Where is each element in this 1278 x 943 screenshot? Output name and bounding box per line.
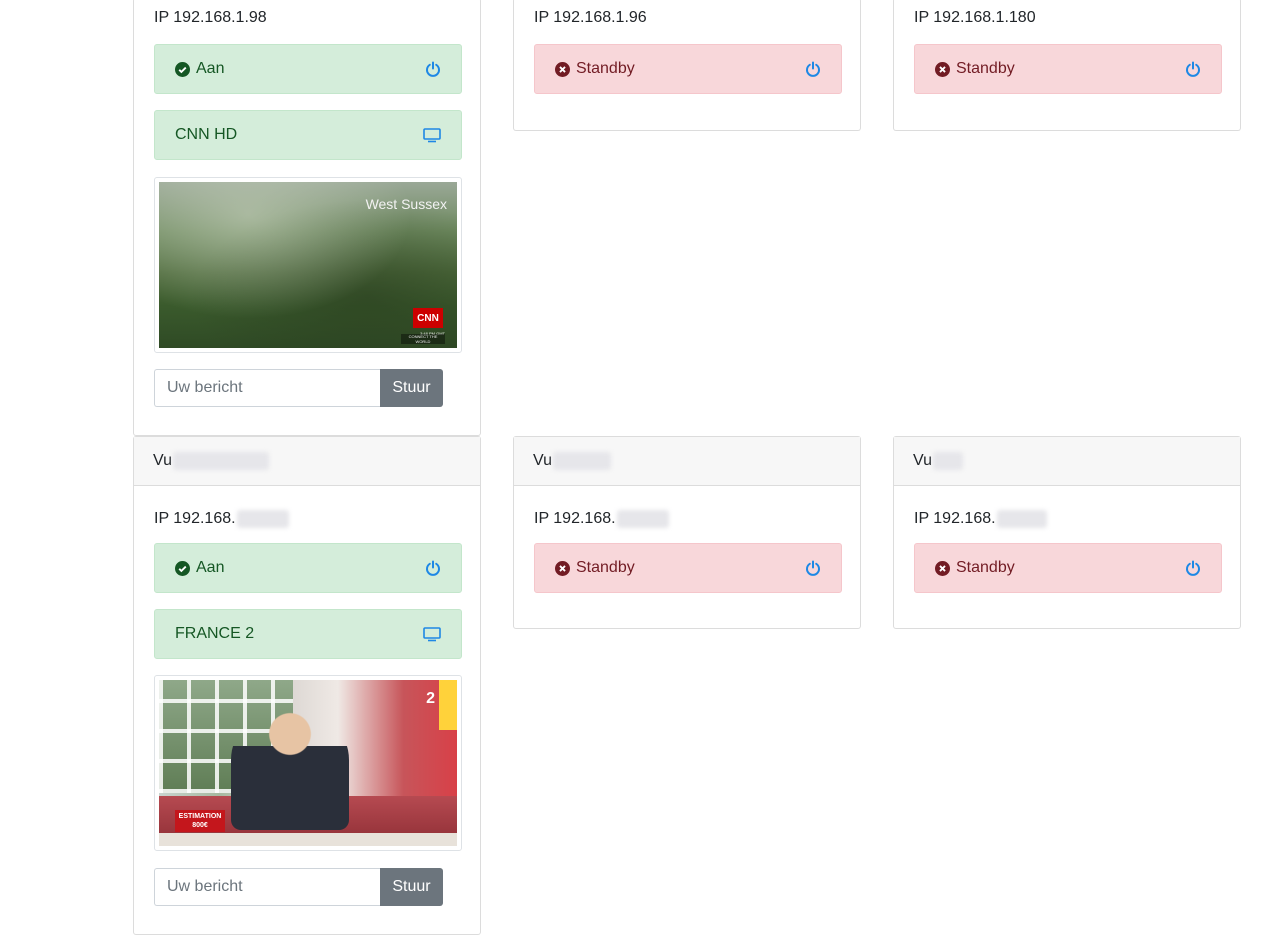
power-status-label: Aan [196, 60, 225, 77]
cnn-logo: CNN [413, 308, 443, 328]
power-status-label: Standby [956, 559, 1015, 576]
device-card-bottom-2: Vu IP 192.168. Standby [513, 436, 861, 629]
device-card-top-2: IP 192.168.1.96 Standby [513, 0, 861, 131]
device-name-header: Vu [134, 437, 480, 486]
thumbnail-image: ESTIMATION 800€ 2 [159, 680, 457, 846]
power-icon[interactable] [1185, 61, 1201, 77]
message-form: Stuur [154, 369, 443, 407]
redacted-name [172, 452, 269, 470]
device-ip-row: IP 192.168. [154, 510, 289, 528]
check-circle-icon [175, 560, 190, 576]
send-button[interactable]: Stuur [380, 369, 443, 407]
power-icon[interactable] [425, 61, 441, 77]
device-ip: IP 192.168.1.98 [154, 9, 267, 26]
channel-thumbnail: West Sussex CNN 3:48 PM GMT CONNECT THE … [154, 177, 462, 353]
send-button[interactable]: Stuur [380, 868, 443, 906]
device-name: Vu [913, 452, 932, 469]
redacted-ip [616, 510, 669, 528]
power-status-label: Standby [576, 559, 635, 576]
power-status-alert: Standby [534, 543, 842, 593]
times-circle-icon [555, 61, 570, 77]
redacted-name [552, 452, 611, 470]
power-icon[interactable] [1185, 560, 1201, 576]
thumb-overlay-text: ESTIMATION 800€ [175, 810, 225, 832]
times-circle-icon [935, 560, 950, 576]
message-input[interactable] [154, 369, 380, 407]
device-card-bottom-1: Vu IP 192.168. Aan FRANCE 2 ESTIMATION 8… [133, 436, 481, 935]
power-status-alert: Aan [154, 543, 462, 593]
device-card-top-1: IP 192.168.1.98 Aan CNN HD West Sussex C… [133, 0, 481, 436]
thumbnail-image: West Sussex CNN 3:48 PM GMT CONNECT THE … [159, 182, 457, 348]
power-icon[interactable] [805, 560, 821, 576]
power-status-label: Standby [576, 60, 635, 77]
device-ip: IP 192.168.1.180 [914, 9, 1036, 26]
power-status-alert: Standby [534, 44, 842, 94]
power-status-alert: Standby [914, 543, 1222, 593]
power-icon[interactable] [805, 61, 821, 77]
device-ip-row: IP 192.168. [914, 510, 1047, 528]
device-card-top-3: IP 192.168.1.180 Standby [893, 0, 1241, 131]
france2-logo: 2 [426, 690, 435, 707]
device-name: Vu [533, 452, 552, 469]
device-ip-row: IP 192.168. [534, 510, 669, 528]
device-ip: IP 192.168. [534, 510, 616, 528]
times-circle-icon [555, 560, 570, 576]
device-name-header: Vu [514, 437, 860, 486]
check-circle-icon [175, 61, 190, 77]
redacted-ip [236, 510, 289, 528]
channel-thumbnail: ESTIMATION 800€ 2 [154, 675, 462, 851]
thumb-tag: CONNECT THE WORLD [401, 334, 445, 344]
monitor-icon[interactable] [423, 127, 441, 143]
power-status-alert: Aan [154, 44, 462, 94]
device-name: Vu [153, 452, 172, 469]
channel-label: CNN HD [175, 126, 238, 143]
device-name-header: Vu [894, 437, 1240, 486]
power-icon[interactable] [425, 560, 441, 576]
thumb-overlay-text: West Sussex [365, 196, 447, 212]
channel-alert: FRANCE 2 [154, 609, 462, 659]
channel-alert: CNN HD [154, 110, 462, 160]
power-status-label: Standby [956, 60, 1015, 77]
device-ip: IP 192.168. [154, 510, 236, 528]
device-card-bottom-3: Vu IP 192.168. Standby [893, 436, 1241, 629]
redacted-ip [996, 510, 1047, 528]
power-status-alert: Standby [914, 44, 1222, 94]
power-status-label: Aan [196, 559, 225, 576]
times-circle-icon [935, 61, 950, 77]
message-input[interactable] [154, 868, 380, 906]
redacted-name [932, 452, 963, 470]
monitor-icon[interactable] [423, 626, 441, 642]
channel-label: FRANCE 2 [175, 625, 255, 642]
device-ip: IP 192.168. [914, 510, 996, 528]
message-form: Stuur [154, 868, 443, 906]
device-ip: IP 192.168.1.96 [534, 9, 647, 26]
